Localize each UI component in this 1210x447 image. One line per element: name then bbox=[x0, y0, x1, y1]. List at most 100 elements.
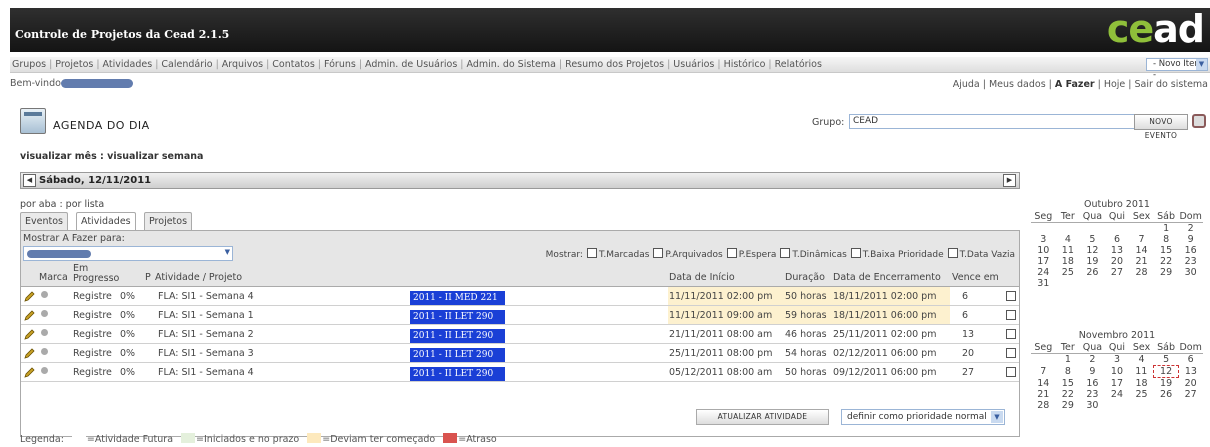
menu-item[interactable]: Atividades bbox=[103, 59, 153, 70]
menu-item[interactable]: Arquivos bbox=[222, 59, 263, 70]
top-link[interactable]: Meus dados bbox=[989, 79, 1046, 90]
filter-checkbox[interactable] bbox=[780, 248, 791, 258]
filter-checkbox[interactable] bbox=[586, 248, 597, 258]
next-day-icon[interactable]: ▶ bbox=[1003, 174, 1016, 187]
calendar-day[interactable]: 5 bbox=[1154, 354, 1179, 366]
priority-select[interactable]: definir como prioridade normal ▼ bbox=[841, 409, 1005, 425]
calendar-day[interactable]: 25 bbox=[1056, 267, 1081, 278]
settings-icon[interactable] bbox=[1192, 114, 1206, 128]
project-tag[interactable]: 2011 - II MED 221 bbox=[410, 291, 505, 305]
calendar-day[interactable]: 2 bbox=[1178, 223, 1203, 235]
filter-checkbox[interactable] bbox=[726, 248, 737, 258]
calendar-day[interactable]: 15 bbox=[1154, 245, 1179, 256]
calendar-day[interactable]: 16 bbox=[1080, 378, 1105, 390]
calendar-day[interactable]: 21 bbox=[1031, 389, 1056, 400]
calendar-day[interactable]: 13 bbox=[1178, 366, 1203, 378]
menu-item[interactable]: Relatórios bbox=[775, 59, 822, 70]
calendar-day[interactable]: 7 bbox=[1129, 234, 1154, 245]
row-checkbox[interactable] bbox=[1006, 367, 1016, 377]
calendar-day[interactable]: 10 bbox=[1031, 245, 1056, 256]
tab-projetos[interactable]: Projetos bbox=[144, 212, 193, 230]
calendar-day[interactable]: 25 bbox=[1129, 389, 1154, 400]
calendar-day[interactable]: 14 bbox=[1129, 245, 1154, 256]
calendar-day[interactable]: 18 bbox=[1129, 378, 1154, 390]
status-text[interactable]: Registre bbox=[73, 310, 112, 321]
filter-checkbox[interactable] bbox=[850, 248, 861, 258]
status-text[interactable]: Registre bbox=[73, 367, 112, 378]
top-link[interactable]: Hoje bbox=[1104, 79, 1125, 90]
status-text[interactable]: Registre bbox=[73, 291, 112, 302]
prev-day-icon[interactable]: ◀ bbox=[23, 174, 36, 187]
calendar-day[interactable]: 23 bbox=[1080, 389, 1105, 400]
calendar-day[interactable]: 30 bbox=[1080, 400, 1105, 411]
calendar-day[interactable]: 3 bbox=[1105, 354, 1130, 366]
row-checkbox[interactable] bbox=[1006, 310, 1016, 320]
calendar-day[interactable]: 26 bbox=[1154, 389, 1179, 400]
user-select[interactable]: ▼ bbox=[23, 246, 233, 261]
calendar-day[interactable]: 14 bbox=[1031, 378, 1056, 390]
calendar-day[interactable]: 8 bbox=[1056, 366, 1081, 378]
status-text[interactable]: Registre bbox=[73, 329, 112, 340]
menu-item[interactable]: Projetos bbox=[55, 59, 93, 70]
activity-name[interactable]: FLA: SI1 - Semana 2 bbox=[158, 329, 254, 340]
calendar-day[interactable]: 24 bbox=[1105, 389, 1130, 400]
update-activity-button[interactable]: ATUALIZAR ATIVIDADE bbox=[696, 409, 829, 425]
calendar-day[interactable]: 15 bbox=[1056, 378, 1081, 390]
view-mode-links[interactable]: por aba : por lista bbox=[20, 199, 104, 210]
project-tag[interactable]: 2011 - II LET 290 bbox=[410, 329, 505, 343]
calendar-day[interactable]: 29 bbox=[1154, 267, 1179, 278]
calendar-day[interactable]: 23 bbox=[1178, 256, 1203, 267]
row-checkbox[interactable] bbox=[1006, 291, 1016, 301]
calendar-day[interactable]: 20 bbox=[1105, 256, 1130, 267]
pencil-icon[interactable] bbox=[24, 291, 35, 302]
menu-item[interactable]: Calendário bbox=[161, 59, 212, 70]
menu-item[interactable]: Fóruns bbox=[324, 59, 356, 70]
calendar-day[interactable]: 20 bbox=[1178, 378, 1203, 390]
calendar-day[interactable]: 28 bbox=[1031, 400, 1056, 411]
activity-name[interactable]: FLA: SI1 - Semana 4 bbox=[158, 291, 254, 302]
calendar-day[interactable]: 7 bbox=[1031, 366, 1056, 378]
row-checkbox[interactable] bbox=[1006, 329, 1016, 339]
row-checkbox[interactable] bbox=[1006, 348, 1016, 358]
calendar-day[interactable]: 10 bbox=[1105, 366, 1130, 378]
filter-checkbox[interactable] bbox=[653, 248, 664, 258]
calendar-day[interactable]: 16 bbox=[1178, 245, 1203, 256]
calendar-day[interactable]: 21 bbox=[1129, 256, 1154, 267]
calendar-day[interactable]: 4 bbox=[1129, 354, 1154, 366]
calendar-day[interactable]: 9 bbox=[1178, 234, 1203, 245]
tab-eventos[interactable]: Eventos bbox=[20, 212, 68, 230]
tab-atividades[interactable]: Atividades bbox=[76, 212, 136, 230]
calendar-day[interactable]: 18 bbox=[1056, 256, 1081, 267]
pencil-icon[interactable] bbox=[24, 310, 35, 321]
activity-name[interactable]: FLA: SI1 - Semana 4 bbox=[158, 367, 254, 378]
menu-item[interactable]: Grupos bbox=[12, 59, 46, 70]
calendar-day[interactable]: 8 bbox=[1154, 234, 1179, 245]
top-link[interactable]: Sair do sistema bbox=[1135, 79, 1208, 90]
calendar-day[interactable]: 24 bbox=[1031, 267, 1056, 278]
menu-item[interactable]: Histórico bbox=[724, 59, 766, 70]
calendar-day[interactable]: 5 bbox=[1080, 234, 1105, 245]
calendar-day[interactable]: 29 bbox=[1056, 400, 1081, 411]
menu-item[interactable]: Usuários bbox=[673, 59, 714, 70]
top-link[interactable]: Ajuda bbox=[953, 79, 980, 90]
calendar-day[interactable]: 26 bbox=[1080, 267, 1105, 278]
calendar-day[interactable]: 13 bbox=[1105, 245, 1130, 256]
calendar-day[interactable]: 19 bbox=[1154, 378, 1179, 390]
top-link[interactable]: A Fazer bbox=[1055, 79, 1095, 90]
calendar-day[interactable]: 11 bbox=[1129, 366, 1154, 378]
calendar-day[interactable]: 12 bbox=[1080, 245, 1105, 256]
calendar-title[interactable]: Novembro 2011 bbox=[1031, 330, 1203, 342]
view-links[interactable]: visualizar mês : visualizar semana bbox=[20, 151, 203, 162]
calendar-day[interactable]: 31 bbox=[1031, 278, 1056, 289]
calendar-day[interactable]: 27 bbox=[1178, 389, 1203, 400]
calendar-day[interactable]: 28 bbox=[1129, 267, 1154, 278]
calendar-day[interactable]: 6 bbox=[1178, 354, 1203, 366]
menu-item[interactable]: Resumo dos Projetos bbox=[565, 59, 664, 70]
new-item-select[interactable]: - Novo Item - ▼ bbox=[1146, 58, 1208, 80]
project-tag[interactable]: 2011 - II LET 290 bbox=[410, 310, 505, 324]
calendar-day[interactable]: 27 bbox=[1105, 267, 1130, 278]
calendar-day[interactable]: 30 bbox=[1178, 267, 1203, 278]
menu-item[interactable]: Admin. de Usuários bbox=[365, 59, 457, 70]
pencil-icon[interactable] bbox=[24, 329, 35, 340]
project-tag[interactable]: 2011 - II LET 290 bbox=[410, 348, 505, 362]
